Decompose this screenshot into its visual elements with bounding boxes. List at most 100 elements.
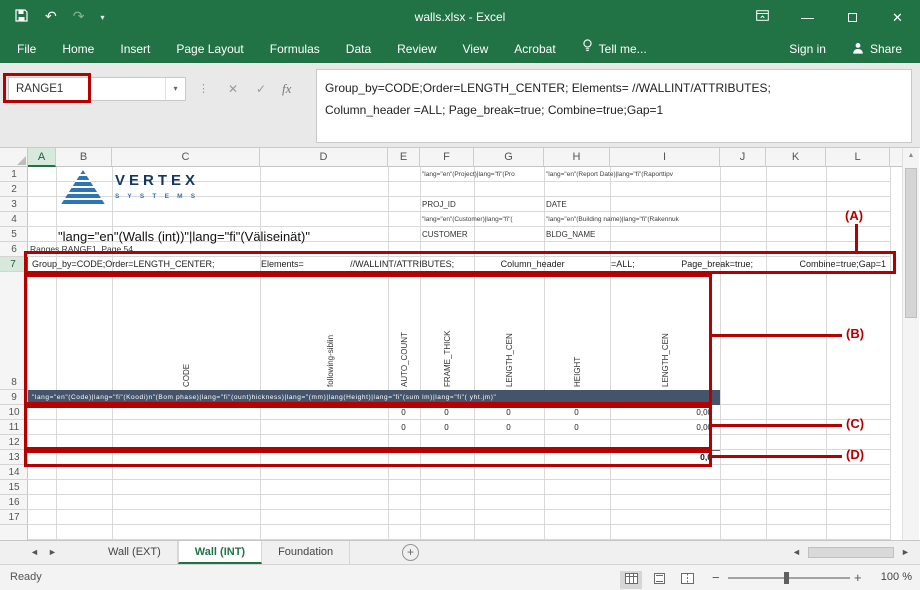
column-header-F[interactable]: F — [420, 148, 474, 167]
formula-bar-input[interactable]: Group_by=CODE;Order=LENGTH_CENTER; Eleme… — [316, 69, 912, 143]
row-header-1[interactable]: 1 — [0, 167, 28, 182]
annotation-label-b: (B) — [846, 326, 864, 341]
sheet-nav-left-icon[interactable]: ◄ — [30, 541, 39, 564]
hscroll-left-icon[interactable]: ◄ — [792, 541, 801, 564]
restore-button[interactable] — [830, 0, 875, 35]
row-header-3[interactable]: 3 — [0, 197, 28, 212]
scroll-up-icon[interactable]: ▲ — [903, 148, 919, 164]
zoom-slider-thumb[interactable] — [784, 572, 789, 584]
formula-bar-strip: RANGE1 ▾ ⋮ ✕ ✓ fx Group_by=CODE;Order=LE… — [0, 63, 920, 148]
annotation-connector-a — [855, 224, 858, 251]
formula-cancel-icon[interactable]: ✕ — [228, 77, 238, 101]
tab-acrobat[interactable]: Acrobat — [501, 35, 568, 63]
column-header-G[interactable]: G — [474, 148, 544, 167]
page-layout-view-icon[interactable] — [648, 571, 670, 589]
sheet-tab-foundation[interactable]: Foundation — [262, 541, 350, 564]
formula-line-1: Group_by=CODE;Order=LENGTH_CENTER; Eleme… — [325, 77, 903, 99]
logo-sub-text: S Y S T E M S — [115, 193, 199, 200]
zoom-out-button[interactable]: − — [712, 565, 720, 590]
annotation-box-namebox — [3, 73, 91, 103]
tab-formulas[interactable]: Formulas — [257, 35, 333, 63]
new-sheet-button[interactable]: + — [402, 544, 419, 561]
share-button[interactable]: Share — [852, 42, 902, 57]
sheet-tab-wall-ext[interactable]: Wall (EXT) — [92, 541, 178, 564]
cell-customer-lang[interactable]: "lang="en"(Customer)|lang="fi"( — [422, 212, 542, 227]
hscroll-right-icon[interactable]: ► — [901, 541, 910, 564]
row-header-2[interactable]: 2 — [0, 182, 28, 197]
annotation-connector-c — [712, 424, 842, 427]
cell-building-lang[interactable]: "lang="en"(Building name)|lang="fi"(Rake… — [546, 212, 890, 227]
annotation-label-c: (C) — [846, 416, 864, 431]
tab-insert[interactable]: Insert — [107, 35, 163, 63]
column-header-I[interactable]: I — [610, 148, 720, 167]
annotation-connector-b — [712, 334, 842, 337]
tab-view[interactable]: View — [450, 35, 502, 63]
close-button[interactable]: ✕ — [875, 0, 920, 35]
row-header-14[interactable]: 14 — [0, 465, 28, 480]
zoom-level[interactable]: 100 % — [868, 565, 912, 590]
cell-customer[interactable]: CUSTOMER — [422, 227, 468, 242]
tab-review[interactable]: Review — [384, 35, 449, 63]
cell-bldg-name[interactable]: BLDG_NAME — [546, 227, 595, 242]
drag-handle-icon: ⋮ — [198, 77, 209, 101]
annotation-box-d — [24, 450, 712, 467]
tab-data[interactable]: Data — [333, 35, 384, 63]
sheet-nav-right-icon[interactable]: ► — [48, 541, 57, 564]
window-controls: — ✕ — [740, 0, 920, 35]
annotation-connector-d — [712, 455, 842, 458]
column-header-A[interactable]: A — [28, 148, 56, 167]
column-header-C[interactable]: C — [112, 148, 260, 167]
column-header-E[interactable]: E — [388, 148, 420, 167]
ribbon-display-options-icon[interactable] — [740, 0, 785, 35]
column-header-L[interactable]: L — [826, 148, 890, 167]
column-header-J[interactable]: J — [720, 148, 766, 167]
zoom-in-button[interactable]: + — [854, 565, 862, 590]
excel-window: ↶ ↷ ▾ walls.xlsx - Excel — ✕ File Home I… — [0, 0, 920, 590]
cell-project-lang[interactable]: "lang="en"(Project)|lang="fi"(Pro — [422, 167, 542, 182]
share-label: Share — [870, 42, 902, 56]
cell-date[interactable]: DATE — [546, 197, 567, 212]
vertical-scrollbar-thumb[interactable] — [905, 168, 917, 318]
tab-page-layout[interactable]: Page Layout — [163, 35, 256, 63]
page-break-view-icon[interactable] — [676, 571, 698, 589]
zoom-slider[interactable] — [728, 577, 850, 579]
column-header-D[interactable]: D — [260, 148, 388, 167]
column-header-B[interactable]: B — [56, 148, 112, 167]
sign-in-link[interactable]: Sign in — [789, 42, 826, 56]
lightbulb-icon — [582, 35, 593, 63]
row-header-16[interactable]: 16 — [0, 495, 28, 510]
name-box-dropdown-icon[interactable]: ▾ — [165, 78, 185, 100]
annotation-label-d: (D) — [846, 447, 864, 462]
insert-function-icon[interactable]: fx — [282, 77, 291, 101]
annotation-label-a: (A) — [845, 208, 863, 223]
restore-icon — [848, 13, 857, 22]
status-bar: Ready − + 100 % — [0, 564, 920, 590]
annotation-box-b — [24, 274, 712, 405]
formula-enter-icon[interactable]: ✓ — [256, 77, 266, 101]
column-header-K[interactable]: K — [766, 148, 826, 167]
tab-tell-me[interactable]: Tell me... — [569, 35, 660, 63]
row-header-15[interactable]: 15 — [0, 480, 28, 495]
row-header-17[interactable]: 17 — [0, 510, 28, 525]
vertical-scrollbar[interactable]: ▲ — [902, 148, 919, 540]
ribbon-tab-bar: File Home Insert Page Layout Formulas Da… — [0, 35, 920, 63]
horizontal-scrollbar-thumb[interactable] — [808, 547, 894, 558]
tab-file[interactable]: File — [4, 35, 49, 63]
sheet-tab-wall-int[interactable]: Wall (INT) — [178, 541, 262, 564]
spreadsheet-grid: A B C D E F G H I J K L 1 2 3 4 5 6 7 8 … — [0, 148, 902, 540]
logo-brand-text: VERTEX — [115, 172, 199, 189]
cell-proj-id[interactable]: PROJ_ID — [422, 197, 456, 212]
vertex-logo-triangle-icon — [60, 170, 106, 206]
cell-report-date-lang[interactable]: "lang="en"(Report Date)|lang="fi"(Raport… — [546, 167, 890, 182]
sheet-tabs: Wall (EXT) Wall (INT) Foundation — [92, 541, 350, 564]
formula-line-2: Column_header =ALL; Page_break=true; Com… — [325, 99, 903, 121]
ribbon-tabs: File Home Insert Page Layout Formulas Da… — [0, 35, 660, 63]
tab-home[interactable]: Home — [49, 35, 107, 63]
sheet-tab-bar: ◄ ► Wall (EXT) Wall (INT) Foundation + ◄… — [0, 540, 920, 564]
column-header-H[interactable]: H — [544, 148, 610, 167]
row-header-4[interactable]: 4 — [0, 212, 28, 227]
normal-view-icon[interactable] — [620, 571, 642, 589]
minimize-button[interactable]: — — [785, 0, 830, 35]
row-header-5[interactable]: 5 — [0, 227, 28, 242]
select-all-corner[interactable] — [0, 148, 28, 167]
